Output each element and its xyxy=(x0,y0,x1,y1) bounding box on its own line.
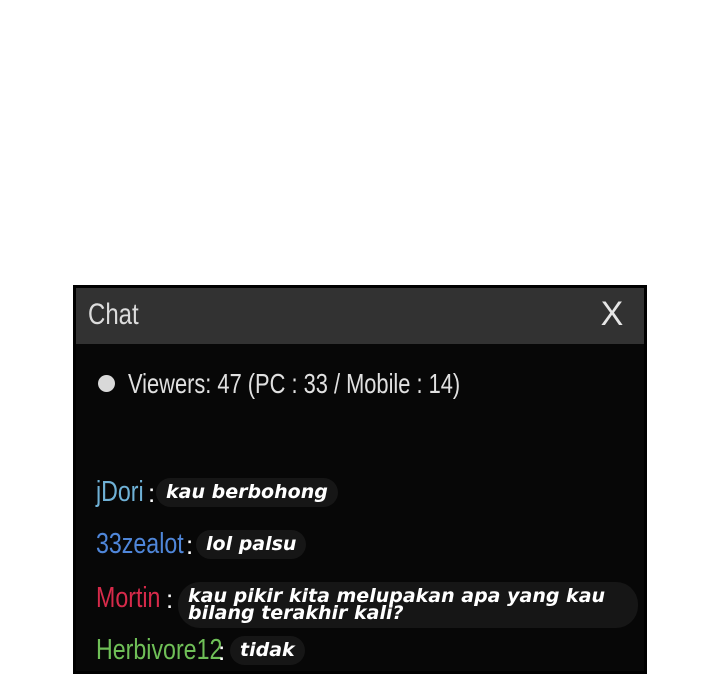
message-separator: : xyxy=(186,530,194,560)
message-text: lol palsu xyxy=(196,530,307,559)
message-separator: : xyxy=(166,584,174,614)
viewers-count: Viewers: 47 (PC : 33 / Mobile : 14) xyxy=(128,368,461,399)
message-username[interactable]: 33zealot xyxy=(96,528,184,561)
message-text: tidak xyxy=(230,636,305,665)
chat-message: jDori : kau berbohong xyxy=(96,476,338,509)
message-username[interactable]: Herbivore12 xyxy=(96,634,222,667)
message-username[interactable]: jDori xyxy=(96,476,144,509)
message-text: kau berbohong xyxy=(156,478,338,507)
chat-message: Herbivore12 : tidak xyxy=(96,634,305,667)
chat-title: Chat xyxy=(88,298,139,331)
message-username[interactable]: Mortin xyxy=(96,582,160,615)
message-text: kau pikir kita melupakan apa yang kau bi… xyxy=(178,582,638,628)
title-bar: Chat X xyxy=(76,288,644,344)
chat-window: Chat X Viewers: 47 (PC : 33 / Mobile : 1… xyxy=(73,285,647,674)
chat-message: 33zealot : lol palsu xyxy=(96,528,307,561)
chat-message: Mortin : kau pikir kita melupakan apa ya… xyxy=(96,582,638,628)
close-icon[interactable]: X xyxy=(594,294,630,334)
status-dot-icon xyxy=(98,375,115,392)
message-separator: : xyxy=(218,636,226,666)
message-separator: : xyxy=(148,478,156,508)
